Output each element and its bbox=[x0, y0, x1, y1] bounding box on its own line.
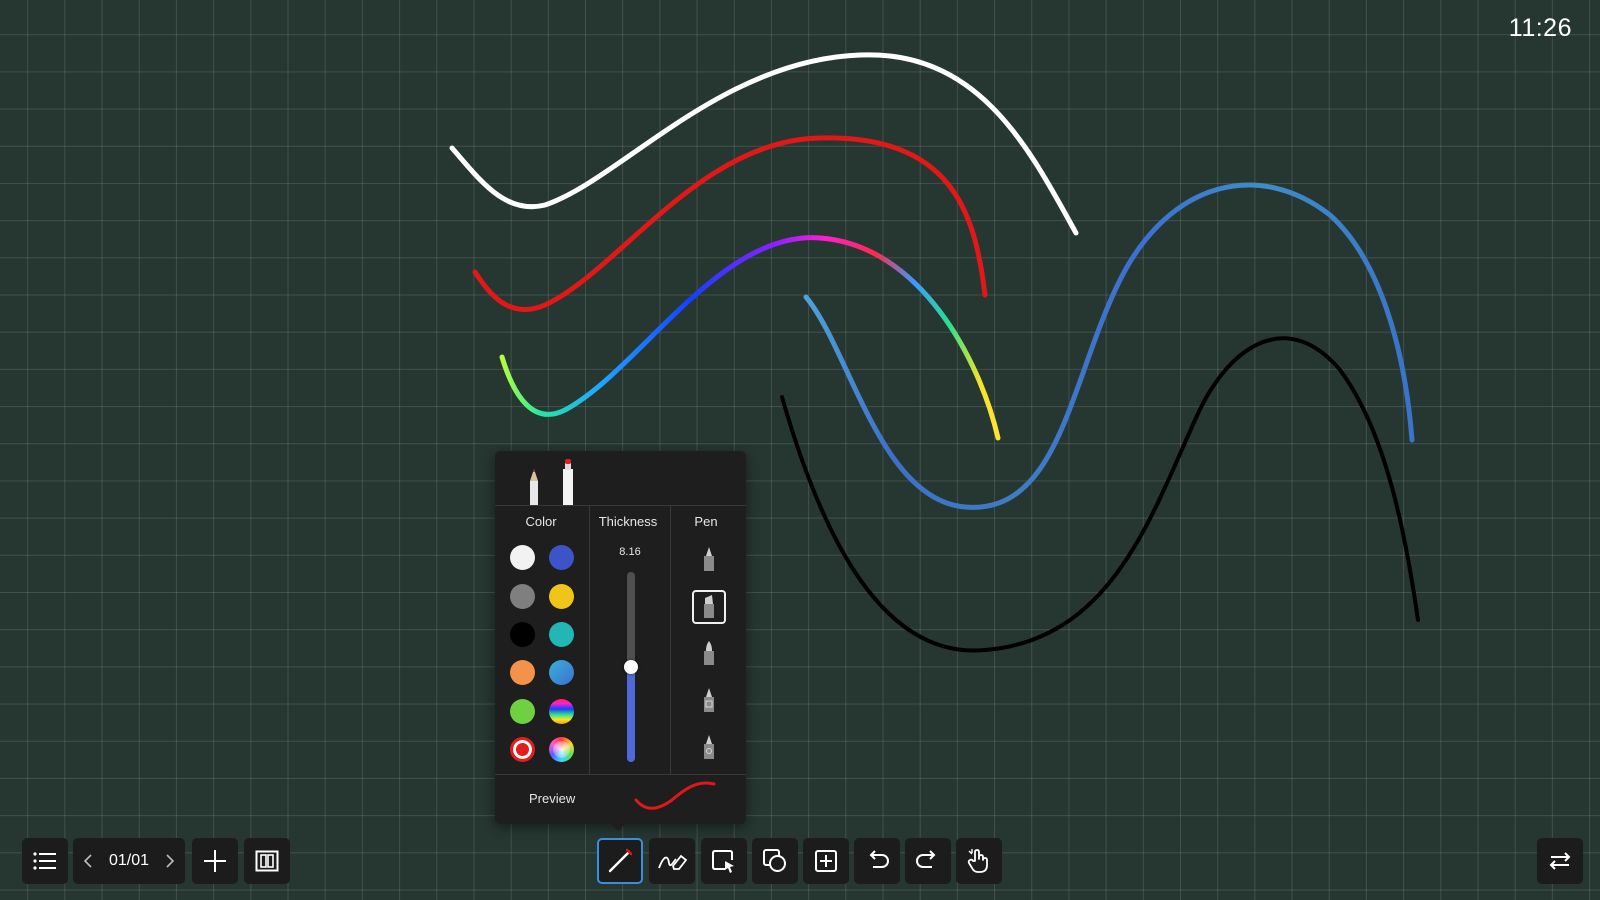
thickness-header: Thickness bbox=[598, 514, 658, 529]
stroke-white bbox=[449, 52, 1079, 236]
preview-stroke bbox=[634, 781, 716, 810]
pen-header: Pen bbox=[694, 514, 718, 529]
texture-pen-icon[interactable] bbox=[692, 731, 726, 765]
chevron-left-icon bbox=[83, 854, 92, 868]
hand-roam-icon bbox=[967, 849, 988, 873]
redo-button[interactable] bbox=[905, 838, 951, 884]
marker-red-icon[interactable] bbox=[558, 455, 578, 505]
page-indicator: 01/01 bbox=[108, 852, 150, 869]
panel-pointer bbox=[610, 823, 626, 831]
color-swatch-white[interactable] bbox=[510, 545, 535, 570]
divider bbox=[589, 506, 590, 774]
color-swatch-blue-teal-gradient[interactable] bbox=[549, 660, 574, 685]
pencil-tip-icon[interactable] bbox=[524, 455, 544, 505]
redo-icon bbox=[916, 850, 936, 868]
plus-icon bbox=[204, 850, 226, 872]
chevron-right-icon bbox=[166, 854, 175, 868]
switch-arrows-icon bbox=[1549, 852, 1571, 870]
insert-tool-button[interactable] bbox=[803, 838, 849, 884]
color-swatch-black[interactable] bbox=[510, 622, 535, 647]
thickness-slider-thumb[interactable] bbox=[624, 660, 638, 674]
color-wheel-icon[interactable] bbox=[549, 737, 574, 762]
thickness-slider[interactable] bbox=[624, 572, 638, 762]
lasso-select-icon bbox=[712, 850, 734, 873]
menu-button[interactable] bbox=[22, 838, 68, 884]
color-swatch-green[interactable] bbox=[510, 699, 535, 724]
color-swatch-red[interactable] bbox=[510, 737, 535, 762]
stroke-black bbox=[780, 336, 1420, 653]
divider bbox=[670, 506, 671, 774]
next-page-button[interactable] bbox=[159, 838, 181, 884]
select-tool-button[interactable] bbox=[701, 838, 747, 884]
pattern-pen-icon[interactable] bbox=[692, 684, 726, 718]
pen-tool-button[interactable] bbox=[597, 838, 643, 884]
add-page-button[interactable] bbox=[192, 838, 238, 884]
stroke-red bbox=[472, 135, 988, 313]
shapes-tool-button[interactable] bbox=[752, 838, 798, 884]
clock-time: 11:26 bbox=[1508, 14, 1572, 42]
color-swatch-teal[interactable] bbox=[549, 622, 574, 647]
divider bbox=[495, 774, 746, 775]
pen-tabs bbox=[495, 451, 746, 506]
color-swatch-rainbow-gradient[interactable] bbox=[549, 699, 574, 724]
color-swatch-yellow[interactable] bbox=[549, 584, 574, 609]
undo-button[interactable] bbox=[854, 838, 900, 884]
menu-list-icon bbox=[33, 852, 56, 870]
thickness-slider-fill bbox=[627, 667, 635, 762]
fine-pen-icon[interactable] bbox=[692, 543, 726, 577]
stroke-rainbow bbox=[499, 235, 1001, 441]
eraser-tool-button[interactable] bbox=[649, 838, 695, 884]
page-navigator: 01/01 bbox=[73, 838, 185, 884]
color-swatch-blue[interactable] bbox=[549, 545, 574, 570]
shapes-icon bbox=[763, 849, 786, 872]
color-header: Color bbox=[525, 514, 557, 529]
chisel-marker-icon[interactable] bbox=[692, 590, 726, 624]
eraser-icon bbox=[658, 854, 688, 870]
color-swatch-orange[interactable] bbox=[510, 660, 535, 685]
thickness-value: 8.16 bbox=[619, 546, 641, 558]
whiteboard-canvas[interactable] bbox=[0, 0, 1600, 900]
insert-icon bbox=[815, 850, 837, 872]
roam-tool-button[interactable] bbox=[956, 838, 1002, 884]
page-overview-icon bbox=[255, 850, 279, 872]
stroke-blue-teal bbox=[803, 182, 1415, 510]
preview-label: Preview bbox=[529, 791, 576, 806]
switch-side-button[interactable] bbox=[1537, 838, 1583, 884]
undo-icon bbox=[869, 850, 889, 868]
color-swatch-gray[interactable] bbox=[510, 584, 535, 609]
pen-icon bbox=[608, 848, 633, 873]
brush-pen-icon[interactable] bbox=[692, 637, 726, 671]
page-overview-button[interactable] bbox=[244, 838, 290, 884]
